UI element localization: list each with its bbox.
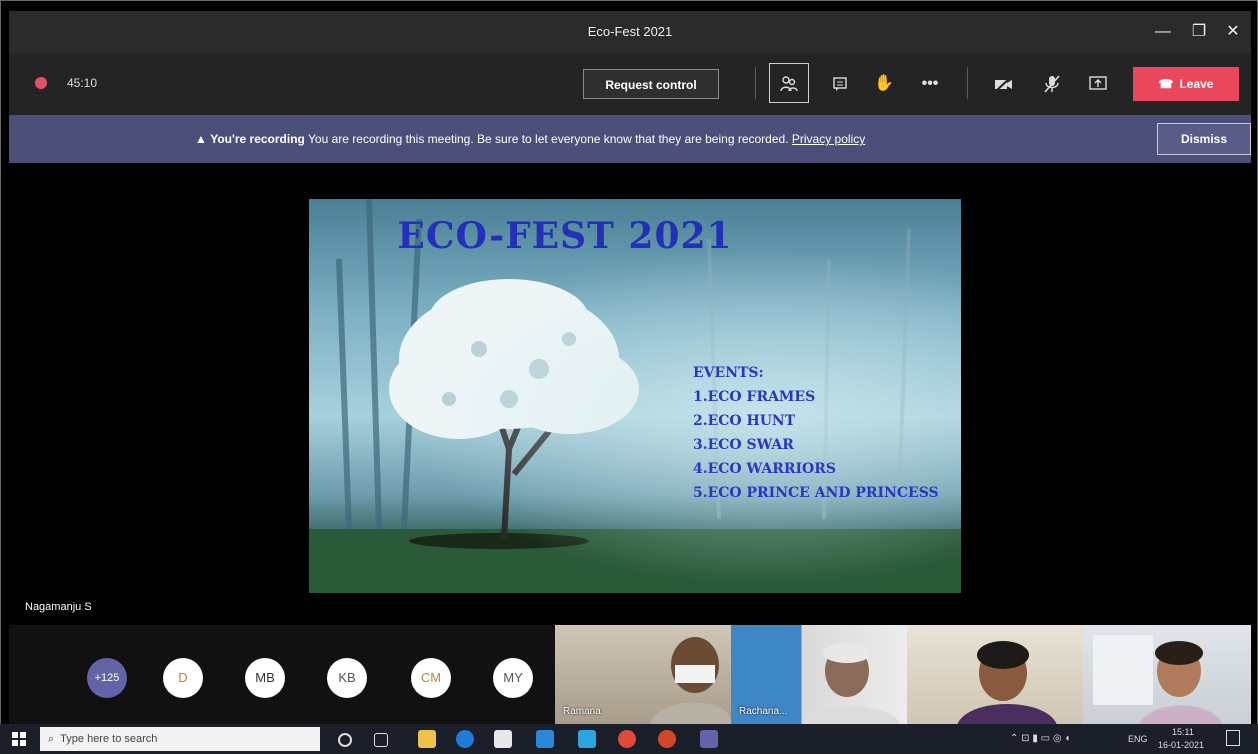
warning-icon: ▲ (195, 132, 207, 146)
dismiss-button[interactable]: Dismiss (1157, 123, 1251, 155)
toolbar-divider (967, 67, 968, 99)
shared-content-stage: ECO-FEST 2021 EVENTS: 1.ECO FRAMES 2.ECO… (9, 163, 1251, 625)
leave-label: Leave (1179, 77, 1214, 91)
notification-icon[interactable] (1226, 730, 1240, 746)
participant-avatar[interactable]: MY (493, 658, 533, 698)
clock-time[interactable]: 15:11 (1172, 727, 1194, 737)
task-view-icon[interactable] (374, 733, 388, 747)
event-item: 5.ECO PRINCE AND PRINCESS (693, 485, 939, 501)
chat-icon[interactable] (825, 69, 855, 99)
meeting-toolbar: 45:10 Request control ✋ ••• ☎ Leave (9, 53, 1251, 115)
taskbar-search-input[interactable]: ⌕ Type here to search (40, 727, 320, 751)
cortana-icon[interactable] (338, 733, 352, 747)
recording-banner-title: You're recording (210, 132, 305, 146)
event-item: 4.ECO WARRIORS (693, 461, 836, 477)
search-placeholder: Type here to search (60, 733, 158, 745)
more-options-icon[interactable]: ••• (915, 69, 945, 99)
camera-off-icon[interactable] (989, 69, 1019, 99)
mic-off-icon[interactable] (1037, 69, 1067, 99)
edge-browser-icon[interactable] (456, 730, 474, 748)
slide-events-list: EVENTS: 1.ECO FRAMES 2.ECO HUNT 3.ECO SW… (693, 361, 939, 505)
teams-meeting-window: Eco-Fest 2021 — ❐ ✕ 45:10 Request contro… (0, 0, 1258, 754)
search-icon: ⌕ (48, 733, 55, 745)
request-control-button[interactable]: Request control (583, 69, 719, 99)
file-explorer-icon[interactable] (418, 730, 436, 748)
participant-name: Ramana (563, 706, 601, 717)
event-item: 3.ECO SWAR (693, 437, 794, 453)
clock-date[interactable]: 16-01-2021 (1158, 740, 1204, 750)
leave-button[interactable]: ☎ Leave (1133, 67, 1239, 101)
title-bar: Eco-Fest 2021 — ❐ ✕ (9, 11, 1251, 53)
events-heading: EVENTS: (693, 365, 764, 381)
toolbar-divider (755, 67, 756, 99)
outlook-icon[interactable] (536, 730, 554, 748)
overflow-participants-button[interactable]: +125 (87, 658, 127, 698)
participant-avatar[interactable]: MB (245, 658, 285, 698)
recording-banner: ▲ You're recording You are recording thi… (9, 115, 1251, 163)
participant-avatar[interactable]: KB (327, 658, 367, 698)
participant-video-tile[interactable]: Rachana... (731, 625, 907, 725)
participants-icon[interactable] (769, 63, 809, 103)
powerpoint-icon[interactable] (658, 730, 676, 748)
recording-message: ▲ You're recording You are recording thi… (195, 132, 865, 146)
participant-strip: +125 D MB KB CM MY Ramana Rachana... (9, 625, 1251, 725)
participant-avatar[interactable]: CM (411, 658, 451, 698)
store-icon[interactable] (494, 730, 512, 748)
system-tray: ⌃ ⊡ ▮ ▭ ◎ ◖ ENG 15:11 16-01-2021 (1010, 724, 1250, 754)
presenter-name: Nagamanju S (25, 601, 92, 613)
participant-video-tile[interactable]: Ramana (555, 625, 731, 725)
recording-indicator-icon (35, 77, 47, 89)
phone-icon: ☎ (1158, 77, 1174, 91)
presentation-slide: ECO-FEST 2021 EVENTS: 1.ECO FRAMES 2.ECO… (309, 199, 961, 593)
raise-hand-icon[interactable]: ✋ (869, 69, 899, 99)
chrome-icon[interactable] (618, 730, 636, 748)
windows-taskbar: ⌕ Type here to search ⌃ ⊡ ▮ ▭ ◎ ◖ ENG 15:… (0, 724, 1258, 754)
participant-name: Rachana... (739, 706, 788, 717)
window-title: Eco-Fest 2021 (587, 24, 673, 39)
privacy-policy-link[interactable]: Privacy policy (792, 132, 865, 146)
participant-video-tile[interactable] (1083, 625, 1251, 725)
participant-video-image (957, 641, 1057, 725)
tray-icons[interactable]: ⌃ ⊡ ▮ ▭ ◎ ◖ (1010, 733, 1070, 744)
participant-video-image (1093, 635, 1223, 725)
windows-start-icon[interactable] (12, 732, 26, 746)
close-button[interactable]: ✕ (1215, 17, 1251, 47)
input-language[interactable]: ENG (1128, 734, 1148, 744)
share-screen-icon[interactable] (1083, 69, 1113, 99)
recording-banner-text: You are recording this meeting. Be sure … (308, 132, 789, 146)
maximize-button[interactable]: ❐ (1181, 17, 1217, 47)
minimize-button[interactable]: — (1145, 17, 1181, 47)
slide-title: ECO-FEST 2021 (397, 215, 733, 257)
teams-icon[interactable] (700, 730, 718, 748)
meeting-timer: 45:10 (67, 76, 98, 90)
event-item: 2.ECO HUNT (693, 413, 796, 429)
participant-video-tile[interactable] (907, 625, 1083, 725)
event-item: 1.ECO FRAMES (693, 389, 816, 405)
participant-avatar[interactable]: D (163, 658, 203, 698)
mail-icon[interactable] (578, 730, 596, 748)
